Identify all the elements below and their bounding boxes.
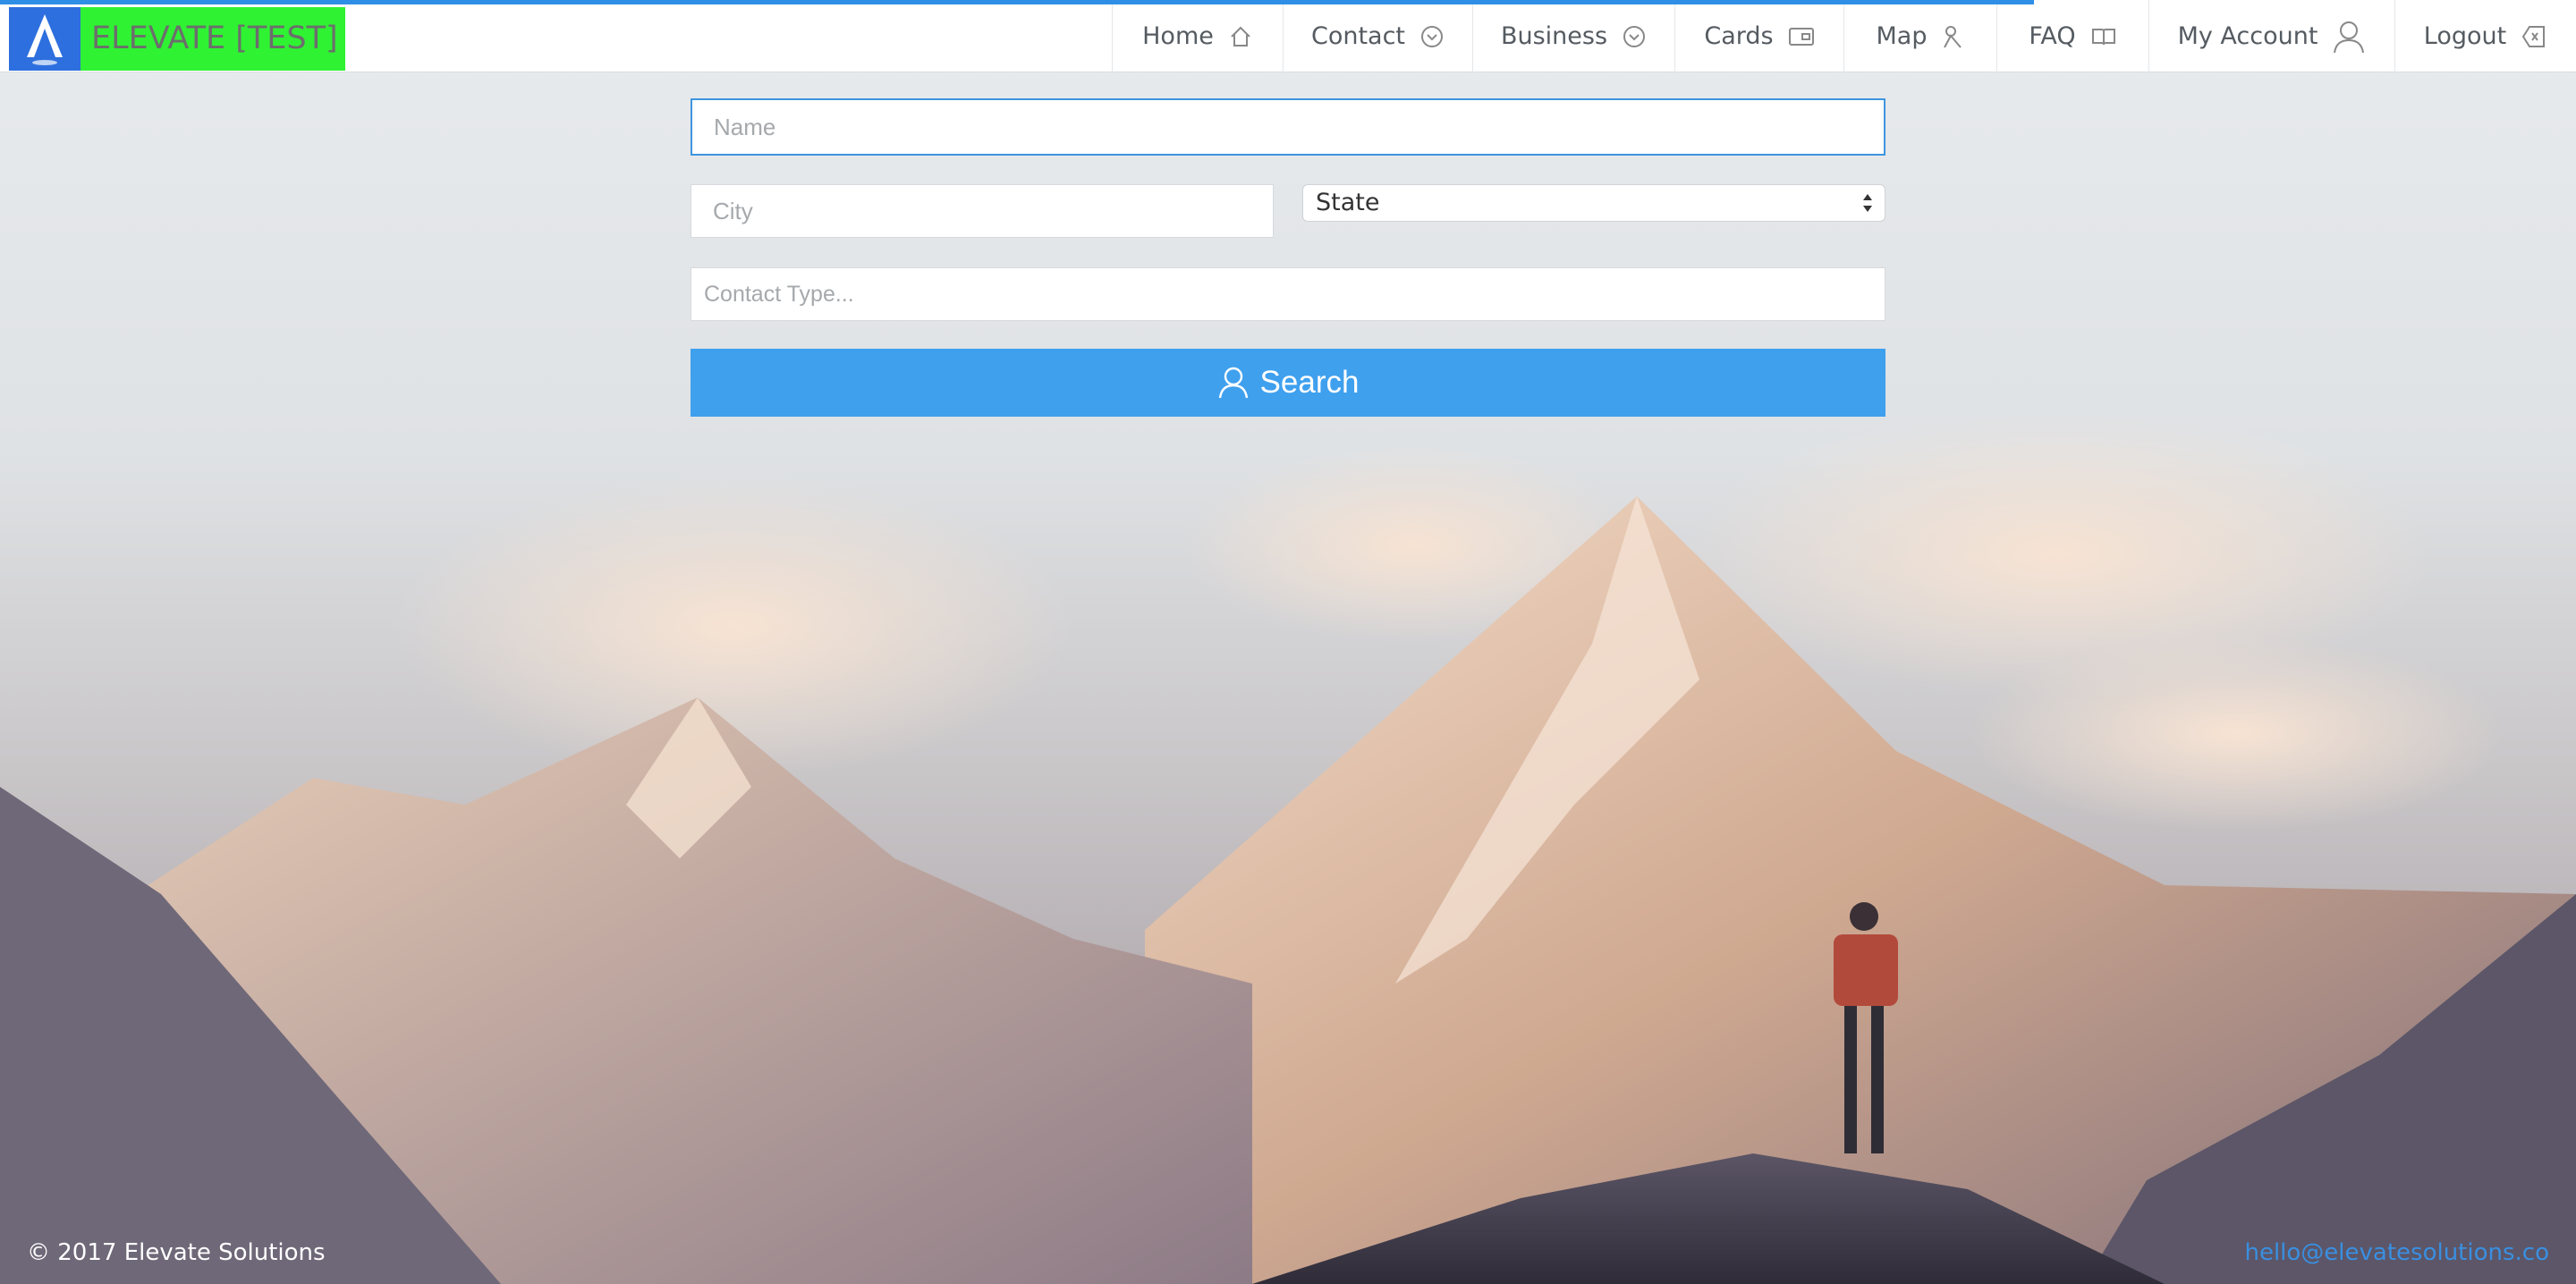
logo[interactable] xyxy=(9,7,80,71)
search-button-label: Search xyxy=(1259,365,1360,400)
nav-item-cards[interactable]: Cards xyxy=(1674,0,1843,72)
nav-item-label: Home xyxy=(1142,22,1214,50)
nav-item-label: Cards xyxy=(1704,22,1774,50)
loading-progress-bar xyxy=(0,0,2034,4)
footer-email-link[interactable]: hello@elevatesolutions.co xyxy=(2244,1239,2549,1266)
nav-item-label: My Account xyxy=(2177,22,2318,50)
logout-icon xyxy=(2522,25,2546,47)
nav-item-contact[interactable]: Contact xyxy=(1283,0,1472,72)
state-select[interactable]: State xyxy=(1302,184,1885,222)
nav-item-label: Business xyxy=(1500,22,1608,50)
search-button[interactable]: Search xyxy=(691,349,1885,417)
chevron-circle-down-icon xyxy=(1421,25,1444,47)
nav-item-label: Contact xyxy=(1310,22,1406,50)
nav-item-label: Logout xyxy=(2423,22,2507,50)
chevron-circle-down-icon xyxy=(1623,25,1646,47)
nav-item-label: FAQ xyxy=(2029,22,2076,50)
nav-menu: Home Contact Business Cards Map FAQ My A… xyxy=(1112,0,2576,72)
select-arrows-icon xyxy=(1863,194,1872,212)
footer-copyright: © 2017 Elevate Solutions xyxy=(27,1239,326,1266)
home-icon xyxy=(1231,26,1250,46)
city-input[interactable] xyxy=(691,184,1274,238)
user-icon xyxy=(1218,367,1248,399)
user-icon xyxy=(2334,21,2365,53)
logo-icon xyxy=(27,14,63,65)
nav-item-label: Map xyxy=(1876,22,1928,50)
card-icon xyxy=(1788,27,1814,46)
nav-item-my-account[interactable]: My Account xyxy=(2148,0,2394,72)
top-navbar: ELEVATE [TEST] Home Contact Business Car… xyxy=(0,0,2576,72)
background-mountain-image xyxy=(0,0,2576,1284)
nav-item-home[interactable]: Home xyxy=(1112,0,1283,72)
nav-item-business[interactable]: Business xyxy=(1472,0,1674,72)
contact-type-input[interactable] xyxy=(691,267,1885,321)
nav-item-faq[interactable]: FAQ xyxy=(1996,0,2148,72)
nav-item-map[interactable]: Map xyxy=(1843,0,1996,72)
brand-name[interactable]: ELEVATE [TEST] xyxy=(80,7,345,71)
nav-item-logout[interactable]: Logout xyxy=(2394,0,2576,72)
map-pin-icon xyxy=(1944,25,1962,48)
book-icon xyxy=(2091,28,2115,45)
name-input[interactable] xyxy=(691,98,1885,156)
state-select-value: State xyxy=(1316,189,1380,216)
